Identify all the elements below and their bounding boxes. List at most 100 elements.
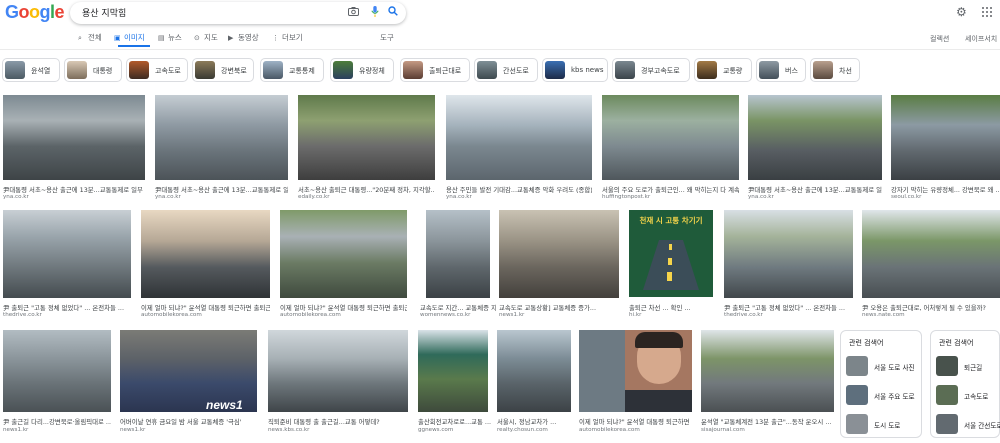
- result-caption[interactable]: 尹 오용은 출퇴근대로, 어처렇게 될 수 있을까?: [862, 303, 1000, 312]
- chip[interactable]: 경부고속도로: [612, 58, 690, 82]
- related-thumbnail: [846, 356, 868, 376]
- gear-icon[interactable]: ⚙: [956, 6, 968, 18]
- result-image[interactable]: [3, 330, 111, 412]
- result-caption[interactable]: 용산 주민들 발전 기대감...교통체증 악화 우려도 (종합): [446, 185, 592, 194]
- result-image[interactable]: [155, 95, 288, 180]
- news1-watermark: news1: [206, 398, 243, 412]
- result-image[interactable]: 천재 시 고통 차기기: [629, 210, 713, 297]
- related-search-item[interactable]: 서울 간선도로: [931, 412, 1000, 436]
- result-image[interactable]: [426, 210, 490, 298]
- chip-thumbnail: [697, 61, 717, 79]
- chip[interactable]: 간선도로: [474, 58, 538, 82]
- tab-news[interactable]: ▤ 뉴스: [158, 32, 182, 43]
- result-image[interactable]: [141, 210, 270, 298]
- result-caption[interactable]: 강자기 막히는 유량정체... 강변북로 왜 ...: [891, 185, 1000, 194]
- chip-thumbnail: [333, 61, 353, 79]
- chip-thumbnail: [759, 61, 779, 79]
- tab-videos[interactable]: ▶ 동영상: [228, 32, 259, 43]
- chip[interactable]: 교통량: [694, 58, 752, 82]
- result-image[interactable]: [298, 95, 435, 180]
- chip[interactable]: 강변북로: [192, 58, 254, 82]
- tab-maps[interactable]: ⊙ 지도: [194, 32, 218, 43]
- result-caption[interactable]: 어버이날 연휴 금요일 밤 서울 교통체증 '극심': [120, 417, 257, 426]
- chip[interactable]: 출퇴근대로: [400, 58, 470, 82]
- result-caption[interactable]: 尹 출퇴근 "고통 정체 없었다" ... 온전차들 ...: [724, 303, 853, 312]
- search-icon: ⌕: [78, 34, 82, 42]
- result-caption[interactable]: 이제 얼마 되냐?" 윤석열 대통령 퇴근하면 ...: [579, 417, 692, 426]
- result-caption[interactable]: 서울시, 정남교차가 ...: [497, 417, 571, 426]
- related-search-item[interactable]: 서울 주요 도로: [841, 383, 921, 407]
- chip-thumbnail: [545, 61, 565, 79]
- camera-icon[interactable]: [346, 6, 360, 20]
- result-image[interactable]: [497, 330, 571, 412]
- suit: [625, 390, 692, 412]
- result-image[interactable]: [446, 95, 592, 180]
- result-caption[interactable]: 尹대통령 서초~용산 출근에 13분...교통통제로 일부 ...: [748, 185, 882, 194]
- related-thumbnail: [936, 356, 958, 376]
- result-caption[interactable]: 서초~용산 출퇴근 대통령..."20분째 정차, 지각할...: [298, 185, 435, 194]
- result-image[interactable]: [268, 330, 408, 412]
- chip[interactable]: 차선: [810, 58, 860, 82]
- related-search-item[interactable]: 서울 도로 사진: [841, 354, 921, 378]
- chip[interactable]: 대통령: [64, 58, 122, 82]
- tab-more[interactable]: ⋮ 더보기: [272, 32, 303, 43]
- result-source: edaily.co.kr: [298, 194, 330, 200]
- result-image[interactable]: [748, 95, 882, 180]
- result-image[interactable]: [891, 95, 1000, 180]
- related-thumbnail: [936, 385, 958, 405]
- result-image[interactable]: [280, 210, 407, 298]
- tab-all[interactable]: ⌕ 전체: [78, 32, 102, 43]
- chip-thumbnail: [195, 61, 215, 79]
- google-logo[interactable]: Google: [5, 2, 65, 23]
- result-image[interactable]: [724, 210, 853, 298]
- result-caption[interactable]: 교속도로 지간... 교통체증 지속...: [420, 303, 496, 312]
- safesearch-link[interactable]: 세이프서치: [965, 34, 997, 44]
- search-input[interactable]: [82, 5, 332, 20]
- related-searches-title: 관련 검색어: [849, 339, 884, 347]
- result-caption[interactable]: 출퇴근 차선 ... 확인 ...: [629, 303, 713, 312]
- tab-images[interactable]: ▣ 이미지: [114, 32, 145, 43]
- chip[interactable]: kbs news: [542, 58, 608, 82]
- result-caption[interactable]: 尹 출근길 다리...강변북로·올림픽대로 ...: [3, 417, 111, 426]
- chip-thumbnail: [263, 61, 283, 79]
- related-searches-title: 관련 검색어: [939, 339, 974, 347]
- related-search-item[interactable]: 도시 도로: [841, 412, 921, 436]
- search-icon[interactable]: [386, 6, 400, 20]
- tools-button[interactable]: 도구: [380, 32, 394, 43]
- result-image[interactable]: [3, 210, 131, 298]
- result-caption[interactable]: 교속도로 교통상황] 교통체증 증가...: [499, 303, 619, 312]
- result-image[interactable]: [3, 95, 145, 180]
- microphone-icon[interactable]: [368, 6, 382, 20]
- result-image[interactable]: [579, 330, 692, 412]
- result-image[interactable]: [602, 95, 739, 180]
- result-caption[interactable]: 서울의 주요 도로가 출퇴근인... 왜 막히는지 다 계속...: [602, 185, 739, 194]
- related-search-item[interactable]: 고속도로: [931, 383, 999, 407]
- result-caption[interactable]: 출산회전교차로로...교통 ...: [418, 417, 492, 426]
- result-image[interactable]: [862, 210, 1000, 298]
- result-caption[interactable]: 이제 얼마 되냐?" 윤석열 대통령 퇴근하면 출퇴근...: [141, 303, 270, 312]
- result-caption[interactable]: 尹대통령 서초~용산 출근에 13분...교통통제로 일부...: [155, 185, 288, 194]
- chip[interactable]: 버스: [756, 58, 806, 82]
- chip[interactable]: 교통통제: [260, 58, 324, 82]
- chip[interactable]: 유량정체: [330, 58, 394, 82]
- result-caption[interactable]: 尹 출퇴근 "고통 정체 없었다" ... 온전차들 ...: [3, 303, 131, 312]
- collections-link[interactable]: 컬렉션: [930, 34, 949, 44]
- chip[interactable]: 윤석열: [2, 58, 60, 82]
- apps-grid-icon[interactable]: [982, 7, 992, 17]
- result-caption[interactable]: 직퇴준비 대통령 출 출근길...교통 어떻데?: [268, 417, 408, 426]
- result-image[interactable]: [499, 210, 619, 298]
- result-image[interactable]: [701, 330, 834, 412]
- result-source: yna.co.kr: [155, 194, 181, 200]
- chip-thumbnail: [129, 61, 149, 79]
- result-source: news1.kr: [499, 312, 525, 318]
- related-search-item[interactable]: 퇴근길: [931, 354, 999, 378]
- hair: [635, 332, 683, 348]
- result-image[interactable]: [418, 330, 488, 412]
- result-caption[interactable]: 이제 얼마 되냐?" 윤석열 대통령 퇴근하면 출퇴근...: [280, 303, 407, 312]
- result-source: hi.kr: [629, 312, 642, 318]
- search-box: [70, 2, 406, 24]
- result-caption[interactable]: 윤석열 "교통체계전 13분 출근"...동작 운오시 ...: [701, 417, 834, 426]
- result-caption[interactable]: 尹대통령 서초~용산 출근에 13분...교통통제로 일부 ...: [3, 185, 145, 194]
- related-thumbnail: [846, 385, 868, 405]
- chip[interactable]: 고속도로: [126, 58, 188, 82]
